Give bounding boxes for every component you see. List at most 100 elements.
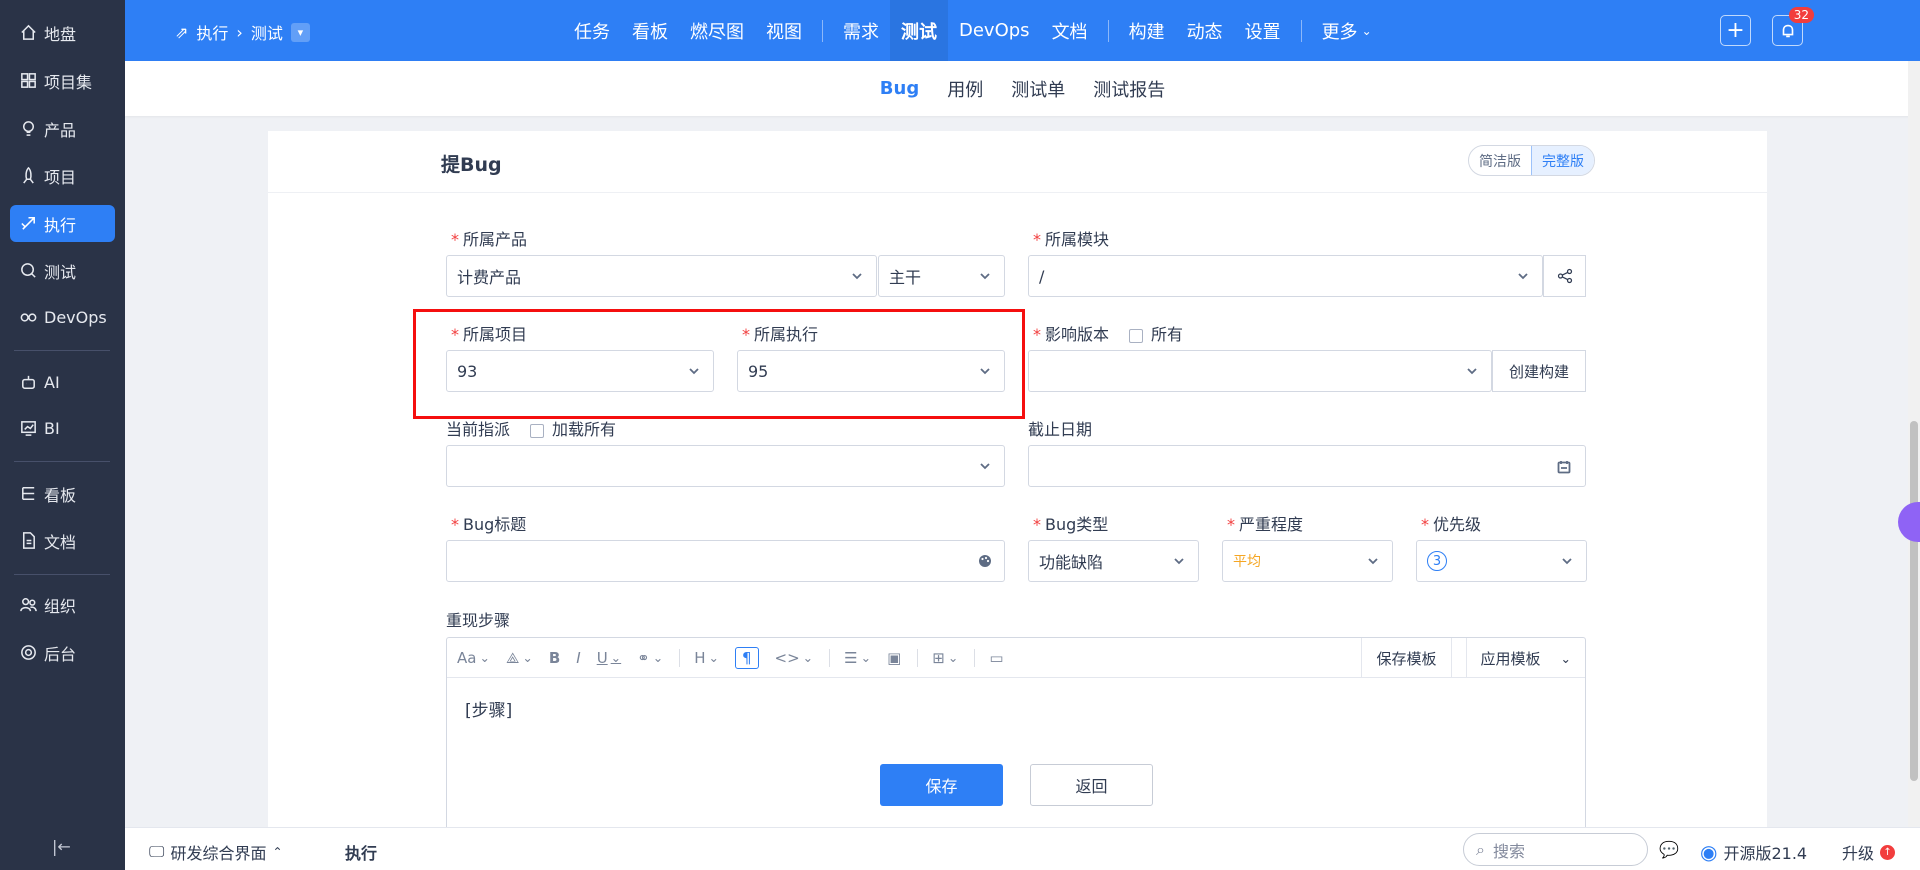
tab-testreport[interactable]: 测试报告: [1079, 76, 1179, 102]
create-button[interactable]: +: [1720, 15, 1751, 46]
sidebar-item-bi[interactable]: BI: [10, 410, 115, 447]
product-select[interactable]: 计费产品: [446, 255, 877, 297]
notification-button[interactable]: 32: [1772, 7, 1814, 46]
all-builds-checkbox[interactable]: [1129, 328, 1144, 343]
tab-bug[interactable]: Bug: [866, 78, 933, 99]
deadline-label: 截止日期: [1028, 420, 1093, 439]
module-value: /: [1039, 266, 1045, 286]
image-icon[interactable]: ▣: [887, 649, 901, 667]
nav-build[interactable]: 构建: [1118, 0, 1176, 61]
bottom-bar: 🖵 研发综合界面 ⌃ 执行 ⌕ 搜索 💬 ◉ 开源版21.4 升级 ↑: [125, 827, 1920, 870]
font-size-icon[interactable]: Aa ⌄: [457, 649, 490, 667]
save-button[interactable]: 保存: [880, 764, 1003, 806]
bug-type-select[interactable]: 功能缺陷: [1028, 540, 1199, 582]
priority-label: * 优先级: [1421, 515, 1482, 534]
sidebar-item-kanban[interactable]: 看板: [10, 475, 115, 512]
priority-select[interactable]: 3: [1416, 540, 1587, 582]
nav-more[interactable]: 更多 ⌄: [1311, 0, 1383, 61]
chat-icon[interactable]: 💬: [1659, 840, 1679, 859]
bold-icon[interactable]: B: [549, 649, 560, 667]
paragraph-icon[interactable]: ¶: [734, 646, 759, 669]
workspace-switcher[interactable]: 🖵 研发综合界面 ⌃: [149, 840, 283, 864]
nav-task[interactable]: 任务: [563, 0, 621, 61]
sidebar-item-execution[interactable]: 执行: [10, 205, 115, 242]
tab-testtask[interactable]: 测试单: [997, 76, 1079, 102]
sidebar-item-devops[interactable]: DevOps: [10, 299, 115, 336]
sidebar-item-label: 执行: [44, 215, 77, 235]
mode-simple-button[interactable]: 简洁版: [1469, 146, 1531, 175]
nav-doc[interactable]: 文档: [1041, 0, 1099, 61]
search-input[interactable]: ⌕ 搜索: [1463, 833, 1648, 866]
sidebar-item-org[interactable]: 组织: [10, 586, 115, 623]
code-icon[interactable]: <> ⌄: [775, 649, 814, 667]
tab-case[interactable]: 用例: [933, 76, 997, 102]
back-button[interactable]: 返回: [1030, 764, 1153, 806]
sidebar-item-program[interactable]: 项目集: [10, 62, 115, 99]
test-icon: [18, 261, 38, 281]
heading-icon[interactable]: H ⌄: [694, 649, 719, 667]
module-select[interactable]: /: [1028, 255, 1543, 297]
sidebar-item-test[interactable]: 测试: [10, 252, 115, 289]
sidebar-item-label: 组织: [44, 596, 77, 616]
sidebar-item-ai[interactable]: AI: [10, 364, 115, 401]
scroll-thumb[interactable]: [1910, 421, 1918, 781]
search-placeholder: 搜索: [1492, 841, 1525, 861]
nav-burndown[interactable]: 燃尽图: [679, 0, 755, 61]
nav-devops[interactable]: DevOps: [948, 0, 1041, 61]
ai-float-icon[interactable]: [1898, 502, 1920, 542]
upgrade-arrow-icon: ↑: [1880, 844, 1896, 860]
breadcrumb-current[interactable]: 测试: [251, 20, 283, 44]
deadline-input[interactable]: [1028, 445, 1586, 487]
sidebar-item-product[interactable]: 产品: [10, 110, 115, 147]
scrollbar[interactable]: [1908, 61, 1920, 827]
severity-select[interactable]: 平均: [1222, 540, 1393, 582]
layout-icon[interactable]: ▭: [989, 649, 1003, 667]
table-icon[interactable]: ⊞ ⌄: [932, 649, 958, 667]
nav-settings[interactable]: 设置: [1234, 0, 1292, 61]
sidebar-item-label: 产品: [44, 120, 77, 140]
run-icon: [18, 214, 38, 234]
sidebar-item-label: 项目集: [44, 72, 93, 92]
link-icon[interactable]: ⚭ ⌄: [637, 649, 663, 667]
sidebar-divider: [14, 574, 110, 575]
calendar-icon[interactable]: [1557, 459, 1571, 474]
list-icon[interactable]: ☰ ⌄: [844, 649, 871, 667]
toolbar-divider: [679, 648, 681, 667]
module-manage-button[interactable]: [1543, 255, 1586, 297]
collapse-sidebar-icon[interactable]: |←: [52, 837, 71, 856]
sidebar-item-project[interactable]: 项目: [10, 157, 115, 194]
chevron-down-icon[interactable]: ▾: [290, 22, 310, 42]
build-select[interactable]: [1028, 350, 1492, 392]
nav-kanban[interactable]: 看板: [621, 0, 679, 61]
assign-select[interactable]: [446, 445, 1005, 487]
grid-icon: [18, 71, 38, 91]
underline-icon[interactable]: U ⌄: [597, 649, 621, 667]
load-all-users-checkbox[interactable]: [530, 423, 545, 438]
bug-title-input[interactable]: [446, 540, 1005, 582]
nav-view[interactable]: 视图: [755, 0, 813, 61]
divider: [268, 192, 1767, 193]
branch-select[interactable]: 主干: [878, 255, 1005, 297]
save-template-button[interactable]: 保存模板: [1361, 638, 1450, 678]
severity-value: 平均: [1233, 554, 1261, 570]
nav-story[interactable]: 需求: [832, 0, 890, 61]
mode-full-button[interactable]: 完整版: [1531, 146, 1594, 175]
version-info[interactable]: ◉ 开源版21.4: [1700, 840, 1807, 864]
palette-icon[interactable]: [978, 553, 992, 567]
breadcrumb-root[interactable]: 执行: [196, 20, 228, 44]
chevron-down-icon: [1516, 268, 1530, 282]
apply-template-button[interactable]: 应用模板 ⌄: [1450, 638, 1586, 678]
build-label: * 影响版本 所有: [1033, 325, 1184, 344]
upgrade-button[interactable]: 升级 ↑: [1842, 840, 1896, 864]
steps-content[interactable]: [步骤]: [447, 678, 1585, 739]
form-actions: 保存 返回: [0, 764, 1920, 808]
text-color-icon[interactable]: ⟁ ⌄: [506, 649, 533, 667]
nav-test[interactable]: 测试: [890, 0, 948, 61]
sidebar-item-doc[interactable]: 文档: [10, 522, 115, 559]
create-build-button[interactable]: 创建构建: [1492, 350, 1586, 392]
sidebar-item-admin[interactable]: 后台: [10, 634, 115, 671]
italic-icon[interactable]: I: [576, 649, 580, 667]
sidebar-divider: [14, 350, 110, 351]
nav-dynamic[interactable]: 动态: [1176, 0, 1234, 61]
sidebar-item-dashboard[interactable]: 地盘: [10, 14, 115, 51]
